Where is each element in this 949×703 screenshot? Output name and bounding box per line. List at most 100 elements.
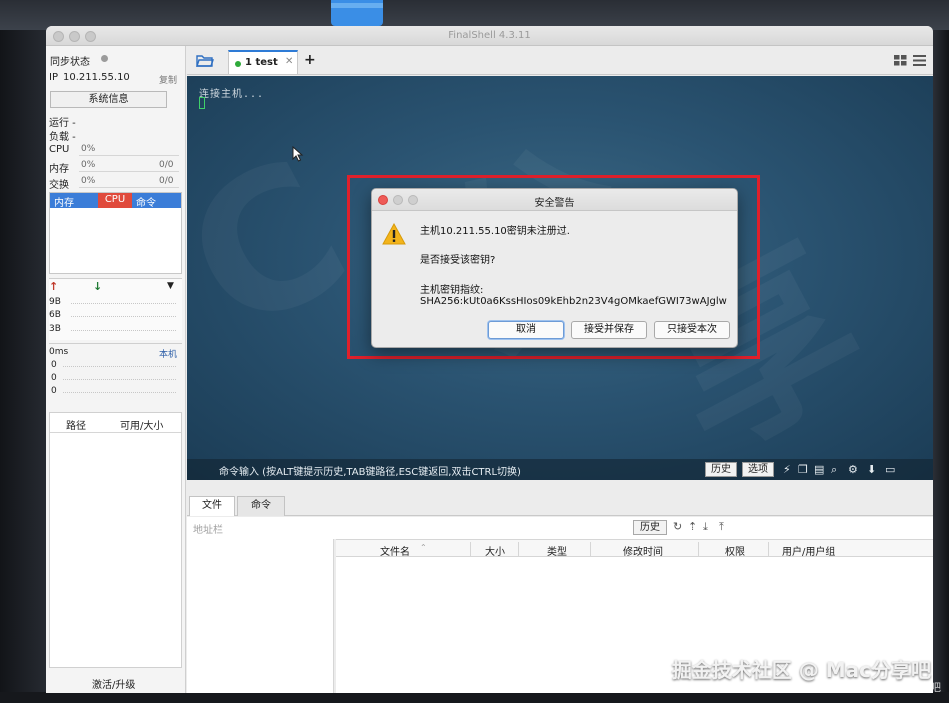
path-history-button[interactable]: 历史 — [633, 520, 667, 535]
tab-session-test[interactable]: 1 test ✕ — [228, 50, 298, 74]
fullscreen-icon[interactable]: ▭ — [885, 463, 895, 476]
download-icon[interactable]: ⬇ — [867, 463, 876, 476]
refresh-icon[interactable]: ↻ — [673, 520, 682, 533]
dialog-title-bar: 安全警告 — [372, 189, 737, 211]
ping-gridline — [63, 366, 176, 367]
session-tab-bar: 1 test ✕ + — [187, 46, 933, 75]
folder-open-icon[interactable] — [196, 54, 214, 67]
search-icon[interactable]: ⌕ — [831, 463, 837, 477]
col-separator — [590, 542, 591, 556]
download-file-icon[interactable]: ⤓ — [703, 520, 708, 534]
tab-commands[interactable]: 命令 — [237, 496, 285, 516]
parent-dir-icon[interactable]: ⇡ — [688, 520, 697, 533]
tab-label: 1 test — [245, 57, 278, 68]
desktop-background-bottom — [0, 692, 949, 703]
copy-icon[interactable]: ❐ — [798, 463, 808, 476]
copy-ip-link[interactable]: 复制 — [159, 73, 177, 86]
dialog-message-question: 是否接受该密钥? — [420, 255, 496, 266]
net-gridline — [71, 330, 176, 331]
disk-table-header: 路径 可用/大小 — [50, 413, 181, 433]
command-input-hint[interactable]: 命令输入 (按ALT键提示历史,TAB键路径,ESC键返回,双击CTRL切换) — [219, 463, 521, 478]
grid-layout-icon[interactable] — [894, 55, 907, 66]
terminal-cursor — [199, 97, 205, 109]
network-dropdown-icon[interactable]: ▼ — [167, 281, 174, 291]
tab-process-command[interactable]: 命令 — [136, 194, 156, 209]
directory-tree[interactable] — [187, 539, 334, 693]
gear-icon[interactable]: ⚙ — [848, 463, 858, 476]
warning-icon — [382, 223, 406, 245]
ping-gridline — [63, 379, 176, 380]
memory-usage-bar — [79, 171, 179, 172]
ping-graph: 0ms 本机 0 0 0 — [49, 343, 182, 399]
address-placeholder: 地址栏 — [193, 525, 223, 536]
sort-arrow-icon: ⌃ — [420, 543, 427, 552]
desktop-background — [0, 30, 46, 703]
cancel-button[interactable]: 取消 — [488, 321, 564, 339]
ping-value: 0 — [51, 373, 57, 383]
net-gridline — [71, 316, 176, 317]
watermark-subtext: CSDN @Mac分享吧 — [839, 681, 941, 694]
sync-status-label: 同步状态 — [50, 57, 90, 68]
col-type[interactable]: 类型 — [547, 543, 567, 558]
memory-value: 0% — [81, 160, 96, 170]
panel-splitter[interactable] — [187, 480, 933, 494]
sync-status-dot-icon — [101, 55, 108, 62]
ip-value: 10.211.55.10 — [63, 72, 130, 83]
swap-label: 交换 — [49, 180, 69, 191]
tab-process-memory[interactable]: 内存 — [54, 194, 74, 209]
dialog-fingerprint-label: 主机密钥指纹: — [420, 285, 484, 296]
dialog-message-host: 主机10.211.55.10密钥未注册过. — [420, 226, 570, 237]
disk-table: 路径 可用/大小 — [49, 412, 182, 668]
file-list-header: 文件名 ⌃ 大小 类型 修改时间 权限 用户/用户组 — [336, 539, 933, 558]
tab-process-cpu[interactable]: CPU — [98, 193, 132, 208]
col-size[interactable]: 大小 — [485, 543, 505, 558]
swap-ratio: 0/0 — [159, 176, 174, 186]
col-separator — [698, 542, 699, 556]
col-filename[interactable]: 文件名 — [380, 543, 410, 558]
command-input-bar[interactable]: 命令输入 (按ALT键提示历史,TAB键路径,ESC键返回,双击CTRL切换) … — [187, 459, 933, 480]
app-window: FinalShell 4.3.11 同步状态 IP 10.211.55.10 复… — [46, 26, 933, 693]
col-permissions[interactable]: 权限 — [725, 543, 745, 558]
dialog-fingerprint-value: SHA256:kUt0a6KssHIos09kEhb2n23V4gOMkaefG… — [420, 296, 727, 307]
cpu-label: CPU — [49, 144, 70, 155]
sidebar: 同步状态 IP 10.211.55.10 复制 系统信息 运行 - 负载 - C… — [46, 46, 186, 693]
accept-and-save-button[interactable]: 接受并保存 — [571, 321, 647, 339]
disk-col-path[interactable]: 路径 — [66, 417, 86, 432]
net-scale-label: 9B — [49, 297, 61, 307]
command-history-button[interactable]: 历史 — [705, 462, 737, 477]
process-list: 内存 CPU 命令 — [49, 192, 182, 274]
disk-col-size[interactable]: 可用/大小 — [120, 417, 163, 432]
menu-icon[interactable] — [913, 55, 926, 66]
security-warning-dialog: 安全警告 主机10.211.55.10密钥未注册过. 是否接受该密钥? 主机密钥… — [371, 188, 738, 348]
paste-icon[interactable]: ▤ — [814, 463, 824, 476]
cpu-value: 0% — [81, 144, 96, 154]
command-options-button[interactable]: 选项 — [742, 462, 774, 477]
new-tab-button[interactable]: + — [304, 52, 316, 68]
accept-once-button[interactable]: 只接受本次 — [654, 321, 730, 339]
col-owner[interactable]: 用户/用户组 — [782, 543, 835, 558]
ping-host-link[interactable]: 本机 — [159, 347, 177, 360]
net-scale-label: 6B — [49, 310, 61, 320]
swap-value: 0% — [81, 176, 96, 186]
net-gridline — [71, 303, 176, 304]
desktop-background-right — [933, 30, 949, 703]
system-info-button[interactable]: 系统信息 — [50, 91, 167, 108]
download-arrow-icon: ↓ — [93, 280, 103, 293]
upload-file-icon[interactable]: ⤒ — [719, 520, 724, 534]
cpu-usage-bar — [79, 155, 179, 156]
lightning-icon[interactable]: ⚡ — [783, 463, 791, 476]
col-modified[interactable]: 修改时间 — [623, 543, 663, 558]
network-graph: ↑ ↓ ▼ 9B 6B 3B — [49, 278, 182, 340]
address-bar[interactable]: 地址栏 历史 ↻ ⇡ ⤓ ⤒ — [187, 517, 933, 539]
close-tab-icon[interactable]: ✕ — [285, 56, 293, 67]
terminal-output-line: 连接主机... — [199, 89, 265, 100]
load-label: 负载 - — [49, 132, 76, 143]
tab-files[interactable]: 文件 — [189, 496, 235, 516]
title-bar: FinalShell 4.3.11 — [46, 26, 933, 46]
process-list-header: 内存 CPU 命令 — [50, 193, 181, 209]
ping-value: 0 — [51, 386, 57, 396]
net-scale-label: 3B — [49, 324, 61, 334]
window-title: FinalShell 4.3.11 — [448, 30, 531, 41]
activate-upgrade-link[interactable]: 激活/升级 — [92, 676, 135, 691]
upload-arrow-icon: ↑ — [49, 280, 59, 293]
